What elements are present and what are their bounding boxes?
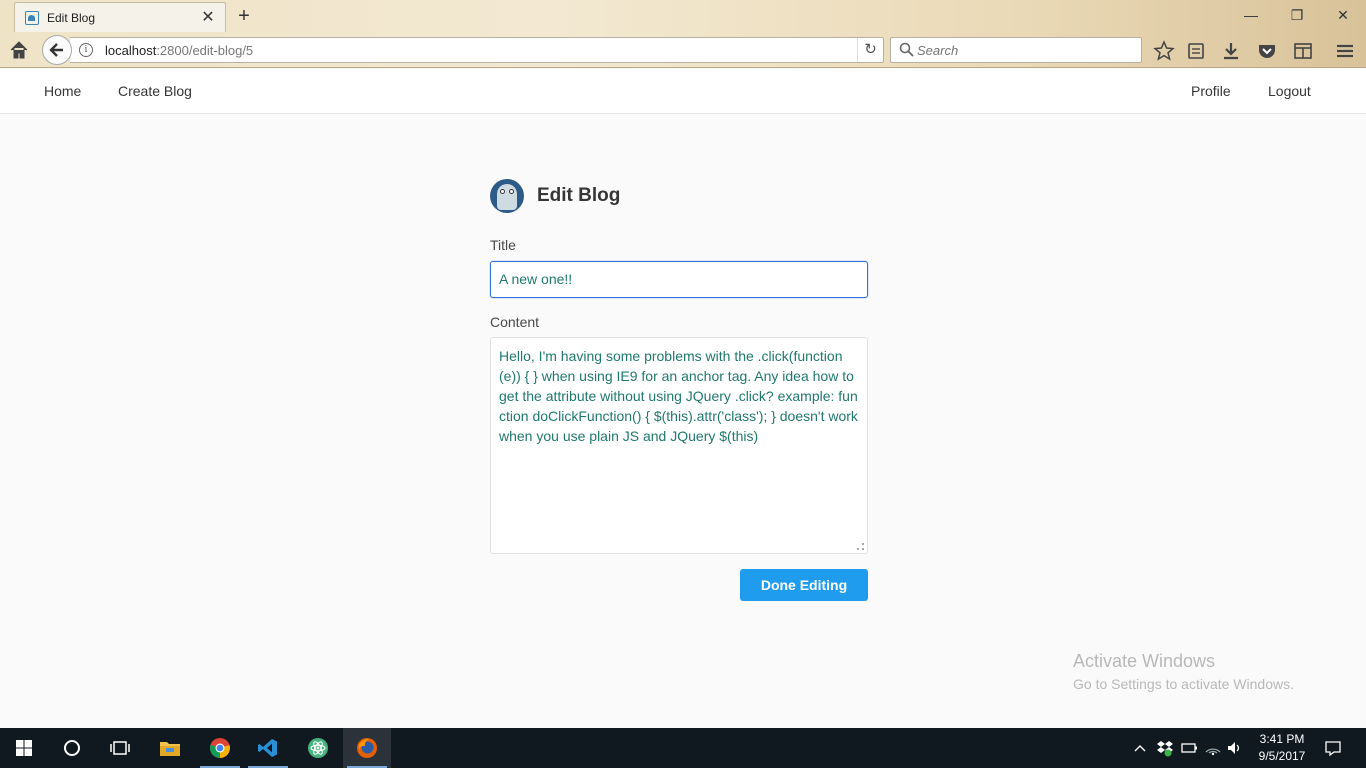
browser-toolbar: i localhost:2800/edit-blog/5 ↻ Search — [0, 33, 1366, 68]
reload-icon[interactable]: ↻ — [857, 38, 883, 62]
taskbar-atom[interactable] — [294, 728, 342, 768]
form-header: Edit Blog — [490, 179, 868, 213]
new-tab-icon[interactable]: + — [233, 5, 255, 27]
nav-profile-link[interactable]: Profile — [1191, 83, 1231, 99]
url-host: localhost — [105, 42, 157, 58]
content-textarea[interactable]: Hello, I'm having some problems with the… — [490, 337, 868, 554]
restore-icon[interactable]: ❐ — [1282, 4, 1312, 26]
chevron-up-icon[interactable] — [1133, 741, 1147, 755]
nav-logout-link[interactable]: Logout — [1268, 83, 1311, 99]
notifications-icon[interactable] — [1324, 739, 1342, 757]
content-label: Content — [490, 314, 540, 330]
taskbar-file-explorer[interactable] — [146, 728, 194, 768]
battery-icon[interactable] — [1180, 740, 1198, 756]
menu-icon[interactable] — [1334, 40, 1356, 62]
url-path: :2800/edit-blog/5 — [156, 42, 254, 58]
taskbar-vscode[interactable] — [244, 728, 292, 768]
firefox-icon — [357, 738, 377, 758]
sidebar-icon[interactable] — [1292, 40, 1314, 62]
start-button[interactable] — [0, 728, 48, 768]
close-tab-icon[interactable]: ✕ — [199, 9, 217, 27]
resize-handle-icon[interactable] — [857, 543, 864, 550]
gopher-avatar-icon — [490, 179, 524, 213]
download-icon[interactable] — [1220, 40, 1242, 62]
title-label: Title — [490, 237, 516, 253]
taskbar-chrome[interactable] — [196, 728, 244, 768]
cortana-button[interactable] — [48, 728, 96, 768]
done-editing-button[interactable]: Done Editing — [740, 569, 868, 601]
clock-date[interactable]: 9/5/2017 — [1252, 749, 1312, 763]
dropbox-icon[interactable] — [1156, 739, 1174, 757]
tab-strip: Edit Blog ✕ + — ❐ ✕ — [0, 0, 1366, 32]
search-placeholder: Search — [917, 42, 959, 58]
close-window-icon[interactable]: ✕ — [1328, 4, 1358, 26]
browser-tab[interactable]: Edit Blog ✕ — [14, 2, 226, 32]
windows-logo-icon — [16, 740, 32, 756]
title-input[interactable]: A new one!! — [490, 261, 868, 298]
app-navbar: Home Create Blog Profile Logout — [0, 69, 1366, 114]
page-title: Edit Blog — [537, 185, 621, 206]
watermark-subtitle: Go to Settings to activate Windows. — [1073, 676, 1294, 692]
edit-blog-form: Edit Blog Title A new one!! Content Hell… — [490, 179, 868, 601]
task-view-icon — [110, 741, 130, 755]
tab-title: Edit Blog — [47, 10, 96, 25]
browser-chrome: Edit Blog ✕ + — ❐ ✕ i localhost:2800/edi… — [0, 0, 1366, 68]
url-text[interactable]: localhost:2800/edit-blog/5 — [105, 43, 857, 58]
form-actions: Done Editing — [490, 569, 868, 601]
bookmark-star-icon[interactable] — [1153, 40, 1175, 62]
chrome-icon — [210, 738, 230, 758]
vscode-icon — [258, 739, 277, 757]
back-button[interactable] — [42, 35, 72, 65]
search-bar[interactable]: Search — [890, 37, 1142, 63]
cortana-circle-icon — [64, 740, 80, 756]
folder-icon — [160, 742, 180, 756]
favicon-icon — [25, 10, 39, 25]
nav-create-blog-link[interactable]: Create Blog — [118, 83, 192, 99]
content-text: Hello, I'm having some problems with the… — [499, 348, 858, 444]
pocket-icon[interactable] — [1256, 40, 1278, 62]
taskbar-firefox[interactable] — [343, 728, 391, 768]
wifi-icon[interactable] — [1204, 740, 1222, 756]
volume-icon[interactable] — [1226, 740, 1244, 756]
site-info-icon[interactable]: i — [79, 43, 93, 57]
back-arrow-icon — [49, 43, 63, 57]
reading-list-icon[interactable] — [1185, 40, 1207, 62]
activate-windows-watermark: Activate Windows Go to Settings to activ… — [1073, 651, 1294, 692]
watermark-title: Activate Windows — [1073, 651, 1216, 671]
page: Home Create Blog Profile Logout Edit Blo… — [0, 69, 1366, 728]
task-view-button[interactable] — [96, 728, 144, 768]
clock-time[interactable]: 3:41 PM — [1252, 732, 1312, 746]
search-icon — [899, 42, 914, 57]
url-bar[interactable]: i localhost:2800/edit-blog/5 ↻ — [70, 37, 884, 63]
minimize-icon[interactable]: — — [1236, 4, 1266, 26]
taskbar: 3:41 PM 9/5/2017 — [0, 728, 1366, 768]
nav-home-link[interactable]: Home — [44, 83, 81, 99]
home-icon[interactable] — [8, 39, 30, 61]
atom-icon — [308, 738, 328, 758]
